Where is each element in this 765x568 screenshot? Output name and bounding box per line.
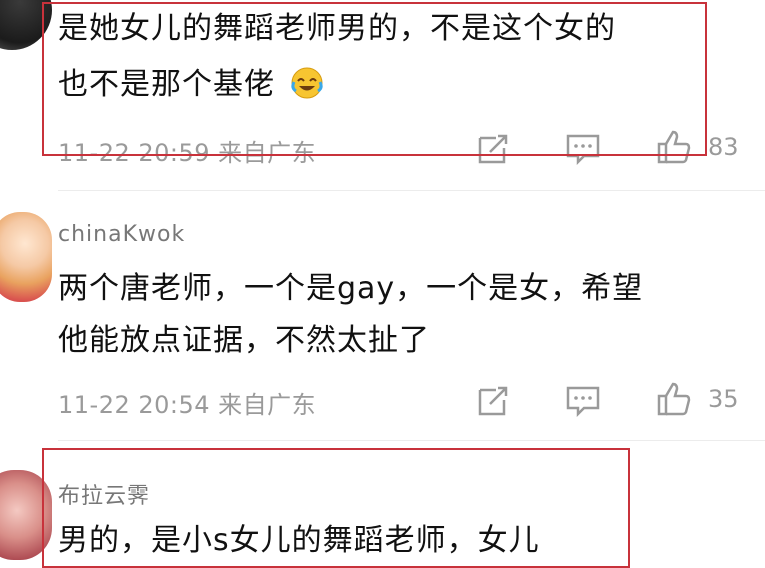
- highlight-box: [42, 448, 630, 568]
- commenter-avatar[interactable]: [0, 212, 52, 302]
- comment-text: 他能放点证据，不然太扯了: [58, 323, 430, 358]
- share-icon[interactable]: [474, 382, 512, 420]
- thumbs-up-icon[interactable]: [655, 380, 693, 418]
- like-count: 35: [708, 385, 739, 413]
- comment-divider: [58, 190, 765, 191]
- comment-divider: [58, 440, 765, 441]
- comment-timestamp: 11-22 20:54 来自广东: [58, 391, 317, 419]
- like-count: 83: [708, 133, 739, 161]
- highlight-box: [42, 2, 707, 156]
- comment-icon[interactable]: [564, 382, 602, 420]
- commenter-username[interactable]: chinaKwok: [58, 222, 185, 247]
- comment-text: 两个唐老师，一个是gay，一个是女，希望: [58, 271, 644, 306]
